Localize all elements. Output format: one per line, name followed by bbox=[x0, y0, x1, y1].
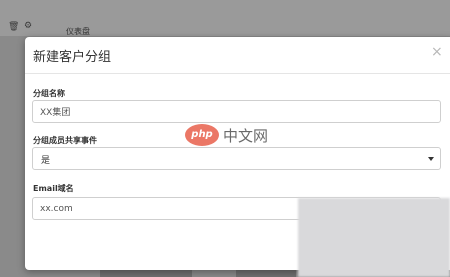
group-name-input[interactable] bbox=[32, 100, 441, 123]
dialog-title: 新建客户分组 bbox=[33, 50, 112, 65]
shared-events-selected-value: 是 bbox=[41, 156, 51, 166]
shared-events-select[interactable]: 是 bbox=[32, 147, 441, 170]
blurred-overlay bbox=[298, 198, 450, 277]
background-label: 仪表盘 bbox=[66, 27, 90, 36]
caret-down-icon bbox=[428, 157, 434, 161]
trash-icon: 🗑 bbox=[8, 22, 20, 32]
watermark-logo: php bbox=[185, 124, 219, 146]
close-icon[interactable]: × bbox=[431, 44, 443, 60]
group-name-label: 分组名称 bbox=[33, 89, 65, 98]
watermark-text: 中文网 bbox=[223, 127, 269, 145]
email-domain-label: Email域名 bbox=[33, 184, 74, 193]
dialog-header: 新建客户分组 × bbox=[25, 37, 450, 74]
gear-icon: ⚙ bbox=[24, 21, 33, 31]
watermark: php 中文网 bbox=[185, 124, 295, 146]
shared-events-label: 分组成员共享事件 bbox=[33, 136, 97, 145]
